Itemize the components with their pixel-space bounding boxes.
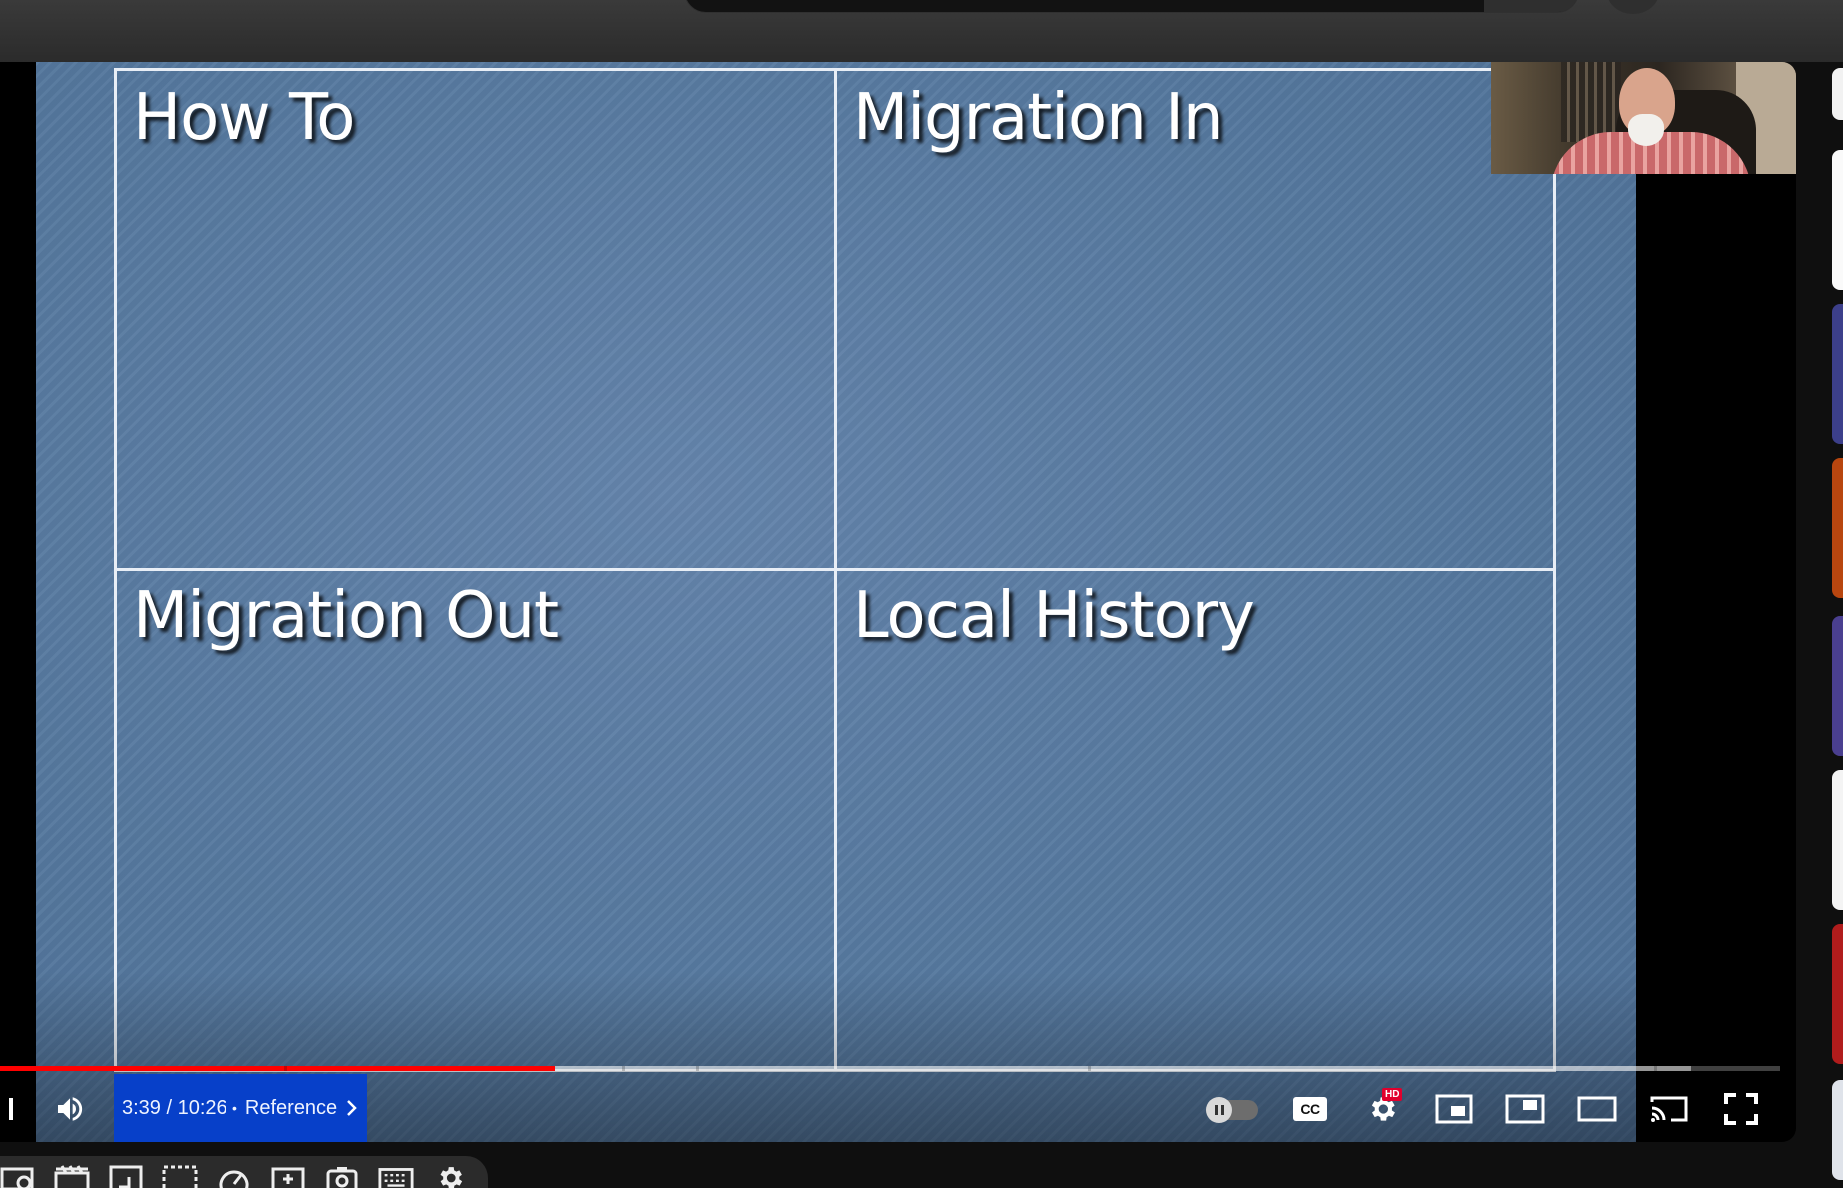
progress-played: [0, 1066, 556, 1071]
crop-icon[interactable]: [108, 1164, 144, 1188]
cc-label: CC: [1293, 1097, 1327, 1121]
picture-in-picture-icon[interactable]: [1503, 1084, 1547, 1134]
presenter-webcam: [1491, 62, 1796, 174]
speed-icon[interactable]: [216, 1164, 252, 1188]
sidebar-thumbnail-partial[interactable]: [1832, 616, 1843, 756]
sidebar-thumbnail-partial[interactable]: [1832, 1080, 1843, 1180]
miniplayer-icon[interactable]: [1432, 1084, 1476, 1134]
sidebar-item-partial[interactable]: [1832, 150, 1843, 290]
pause-icon: [1206, 1097, 1232, 1123]
sidebar-thumbnail-partial[interactable]: [1832, 924, 1843, 1064]
cell-title-how-to: How To: [133, 81, 355, 155]
theater-icon[interactable]: [1575, 1084, 1619, 1134]
extension-toolbar: [0, 1156, 488, 1188]
sidebar-thumbnail-partial[interactable]: [1832, 304, 1843, 444]
volume-icon[interactable]: [50, 1084, 90, 1134]
cell-title-migration-in: Migration In: [853, 81, 1224, 155]
chevron-right-icon: [347, 1100, 357, 1116]
slide-grid: How To Migration In Migration Out Local …: [114, 68, 1556, 1072]
sidebar-item-partial[interactable]: [1832, 770, 1843, 910]
cell-title-migration-out: Migration Out: [133, 579, 559, 653]
hd-badge: HD: [1382, 1088, 1403, 1101]
chapter-marker: [1654, 1066, 1657, 1071]
selection-icon[interactable]: [162, 1164, 198, 1188]
voice-search-button[interactable]: [1607, 0, 1659, 14]
search-bar[interactable]: [684, 0, 1579, 13]
cc-icon[interactable]: CC: [1288, 1084, 1332, 1134]
chapter-marker: [284, 1066, 287, 1071]
progress-bar[interactable]: [0, 1066, 1780, 1071]
search-button[interactable]: [1484, 0, 1578, 12]
chapter-separator: •: [232, 1100, 237, 1116]
sidebar-thumbnail-partial[interactable]: [1832, 458, 1843, 598]
next-icon[interactable]: [0, 1084, 20, 1134]
effects-icon[interactable]: [270, 1164, 306, 1188]
time-display: 3:39 / 10:26: [114, 1074, 236, 1142]
chapter-title: Reference: [244, 1096, 338, 1119]
grid-divider-horizontal: [117, 568, 1553, 571]
top-bar: [0, 0, 1843, 62]
autoplay-toggle[interactable]: [1206, 1097, 1258, 1123]
chapter-button[interactable]: • Reference: [226, 1074, 368, 1142]
camera-icon[interactable]: [324, 1164, 360, 1188]
cell-title-local-history: Local History: [853, 579, 1255, 653]
fullscreen-icon[interactable]: [1719, 1084, 1763, 1134]
gear-icon[interactable]: [432, 1164, 468, 1188]
chapter-marker: [1088, 1066, 1091, 1071]
sidebar-item-partial[interactable]: [1832, 68, 1843, 120]
settings-icon[interactable]: HD: [1360, 1084, 1404, 1134]
chapter-marker: [622, 1066, 625, 1071]
chapter-marker: [696, 1066, 699, 1071]
cast-icon[interactable]: [1647, 1084, 1691, 1134]
clapper-icon[interactable]: [54, 1164, 90, 1188]
screenshot-icon[interactable]: [0, 1164, 36, 1188]
video-frame-slide: How To Migration In Migration Out Local …: [36, 62, 1636, 1142]
video-player[interactable]: How To Migration In Migration Out Local …: [0, 62, 1796, 1142]
keyboard-icon[interactable]: [378, 1164, 414, 1188]
player-controls: 3:39 / 10:26 • Reference CC HD: [0, 1074, 1796, 1142]
